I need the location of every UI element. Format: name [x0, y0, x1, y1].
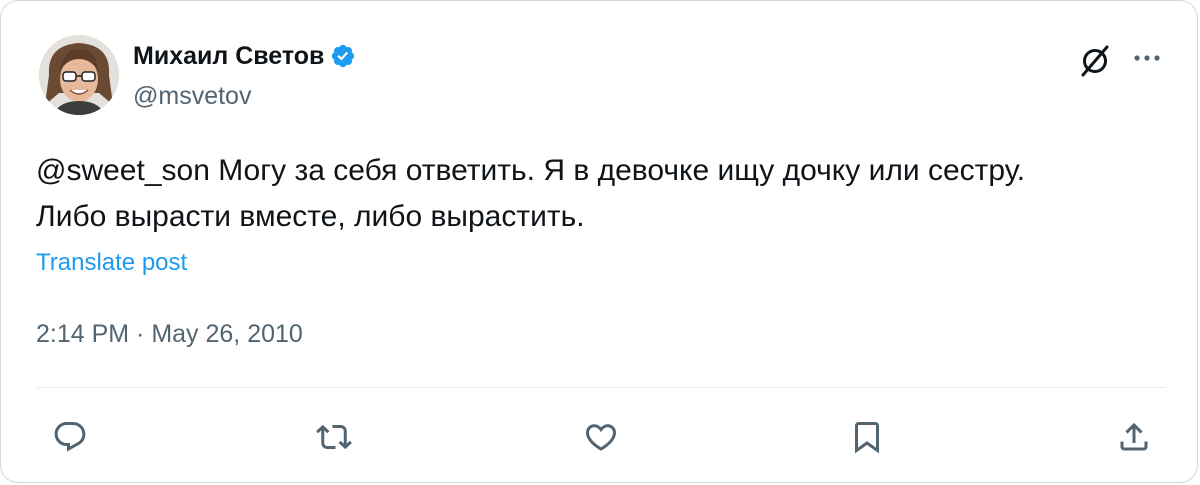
avatar-image — [39, 35, 119, 115]
author-handle[interactable]: @msvetov — [133, 81, 251, 111]
grok-icon[interactable] — [1077, 43, 1113, 79]
like-button[interactable] — [579, 415, 623, 459]
tweet-text-line-1: @sweet_son Могу за себя ответить. Я в де… — [36, 148, 1166, 194]
author-name-row: Михаил Светов — [133, 41, 356, 71]
translate-post-link[interactable]: Translate post — [36, 248, 187, 278]
bookmark-button[interactable] — [845, 415, 889, 459]
verified-badge-icon[interactable] — [330, 43, 356, 69]
tweet-text: @sweet_son Могу за себя ответить. Я в де… — [36, 148, 1166, 240]
bookmark-icon — [855, 422, 879, 454]
tweet-text-line-1-rest: Могу за себя ответить. Я в девочке ищу д… — [209, 154, 1026, 187]
tweet-text-line-2: Либо вырасти вместе, либо вырастить. — [36, 200, 585, 233]
author-display-name[interactable]: Михаил Светов — [133, 41, 324, 71]
reply-button[interactable] — [48, 415, 92, 459]
mention-link[interactable]: @sweet_son — [36, 154, 210, 187]
avatar[interactable] — [39, 35, 119, 115]
share-button[interactable] — [1112, 415, 1156, 459]
retweet-button[interactable] — [312, 415, 356, 459]
reply-icon — [54, 422, 86, 452]
share-icon — [1120, 422, 1148, 451]
tweet-card: Михаил Светов @msvetov @sweet_son Могу з… — [0, 0, 1198, 483]
divider — [36, 387, 1166, 388]
retweet-icon — [316, 424, 352, 450]
like-icon — [585, 424, 617, 451]
more-icon[interactable] — [1129, 45, 1165, 75]
tweet-timestamp[interactable]: 2:14 PM · May 26, 2010 — [36, 318, 303, 350]
